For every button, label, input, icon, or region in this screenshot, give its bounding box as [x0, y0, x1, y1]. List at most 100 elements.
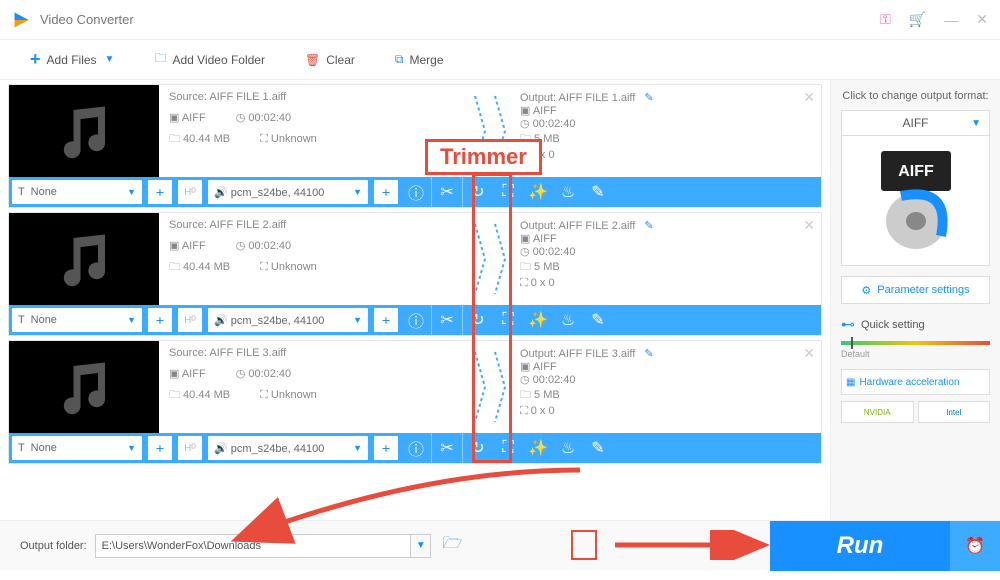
settings-icon: ⚙ [861, 284, 871, 297]
trash-icon: 🗑 [305, 53, 320, 67]
file-list: Source: AIFF FILE 1.aiff ▣ AIFF ◷ 00:02:… [0, 80, 830, 520]
rotate-button[interactable]: ↻ [463, 433, 493, 463]
intel-badge: Intel [918, 401, 991, 423]
crop-button[interactable]: ⛶ [493, 305, 523, 335]
add-subtitle-button[interactable]: + [148, 180, 172, 204]
add-audio-button[interactable]: + [374, 308, 398, 332]
edit-icon[interactable]: ✎ [644, 348, 653, 360]
edit-subtitle-button[interactable]: ✎ [583, 433, 613, 463]
file-controls: T None▼ + Hᴰ 🔊 pcm_s24be, 44100▼ + ⓘ ✂ ↻… [9, 433, 821, 463]
file-controls: T None▼ + Hᴰ 🔊 pcm_s24be, 44100▼ + ⓘ ✂ ↻… [9, 177, 821, 207]
edit-icon[interactable]: ✎ [644, 92, 653, 104]
out-format-meta: ▣ AIFF [520, 104, 811, 117]
trim-button[interactable]: ✂ [432, 305, 462, 335]
output-path-input[interactable] [95, 534, 412, 558]
open-folder-button[interactable]: 🗁 [437, 534, 467, 558]
out-res-meta: ⛶ 0 x 0 [520, 149, 811, 162]
path-dropdown-button[interactable]: ▼ [411, 534, 431, 558]
format-meta: ▣ AIFF [169, 239, 206, 252]
file-thumbnail[interactable] [9, 213, 159, 305]
subtitle-selector[interactable]: T None▼ [12, 180, 142, 204]
watermark-button[interactable]: ♨ [553, 433, 583, 463]
app-title: Video Converter [40, 12, 880, 27]
size-meta: 🗀 40.44 MB [169, 258, 230, 277]
divider-arrow-icon [470, 341, 490, 433]
out-duration-meta: ◷ 00:02:40 [520, 245, 811, 258]
effects-button[interactable]: ✨ [523, 177, 553, 207]
quality-slider[interactable] [841, 341, 990, 345]
cart-icon[interactable]: 🛒 [909, 11, 926, 28]
file-thumbnail[interactable] [9, 85, 159, 177]
merge-icon: ⧉ [395, 52, 404, 67]
hd-button[interactable]: Hᴰ [178, 436, 202, 460]
add-files-button[interactable]: + Add Files ▼ [30, 49, 114, 70]
hd-button[interactable]: Hᴰ [178, 308, 202, 332]
sidebar: Click to change output format: AIFF ▼ AI… [830, 80, 1000, 520]
alarm-button[interactable]: ⏰ [950, 521, 1000, 571]
out-size-meta: 🗀 5 MB [520, 386, 811, 405]
hd-button[interactable]: Hᴰ [178, 180, 202, 204]
remove-file-button[interactable]: ✕ [803, 345, 815, 362]
effects-button[interactable]: ✨ [523, 433, 553, 463]
resolution-meta: ⛶ Unknown [260, 386, 317, 405]
minimize-button[interactable]: — [944, 12, 958, 28]
watermark-button[interactable]: ♨ [553, 305, 583, 335]
out-size-meta: 🗀 5 MB [520, 258, 811, 277]
aiff-file-icon: AIFF [871, 146, 961, 256]
edit-icon[interactable]: ✎ [644, 220, 653, 232]
audio-selector[interactable]: 🔊 pcm_s24be, 44100▼ [208, 308, 368, 332]
add-folder-button[interactable]: 🗀 Add Video Folder [154, 49, 265, 70]
file-thumbnail[interactable] [9, 341, 159, 433]
subtitle-selector[interactable]: T None▼ [12, 436, 142, 460]
add-audio-button[interactable]: + [374, 180, 398, 204]
folder-open-icon: 🗁 [442, 532, 462, 559]
parameter-settings-button[interactable]: ⚙ Parameter settings [841, 276, 990, 304]
default-label: Default [841, 349, 990, 359]
output-label: Output: AIFF FILE 3.aiff ✎ [520, 347, 811, 360]
format-preview[interactable]: AIFF [841, 136, 990, 266]
key-icon[interactable]: ⚿ [880, 11, 891, 28]
edit-subtitle-button[interactable]: ✎ [583, 305, 613, 335]
output-folder-label: Output folder: [20, 540, 87, 552]
info-button[interactable]: ⓘ [401, 433, 431, 463]
format-meta: ▣ AIFF [169, 367, 206, 380]
trim-button[interactable]: ✂ [432, 177, 462, 207]
info-button[interactable]: ⓘ [401, 305, 431, 335]
close-button[interactable]: ✕ [976, 11, 988, 28]
audio-selector[interactable]: 🔊 pcm_s24be, 44100▼ [208, 180, 368, 204]
rotate-button[interactable]: ↻ [463, 305, 493, 335]
quick-setting-label: ⊷ Quick setting [841, 316, 990, 333]
format-selector[interactable]: AIFF ▼ [841, 110, 990, 136]
watermark-button[interactable]: ♨ [553, 177, 583, 207]
file-item: Source: AIFF FILE 1.aiff ▣ AIFF ◷ 00:02:… [8, 84, 822, 208]
remove-file-button[interactable]: ✕ [803, 217, 815, 234]
subtitle-selector[interactable]: T None▼ [12, 308, 142, 332]
size-meta: 🗀 40.44 MB [169, 130, 230, 149]
toolbar: + Add Files ▼ 🗀 Add Video Folder 🗑 Clear… [0, 40, 1000, 80]
trim-button[interactable]: ✂ [432, 433, 462, 463]
output-label: Output: AIFF FILE 1.aiff ✎ [520, 91, 811, 104]
out-duration-meta: ◷ 00:02:40 [520, 117, 811, 130]
add-subtitle-button[interactable]: + [148, 436, 172, 460]
crop-button[interactable]: ⛶ [493, 177, 523, 207]
out-format-meta: ▣ AIFF [520, 360, 811, 373]
run-button[interactable]: Run [770, 521, 950, 571]
audio-selector[interactable]: 🔊 pcm_s24be, 44100▼ [208, 436, 368, 460]
info-button[interactable]: ⓘ [401, 177, 431, 207]
nvidia-badge: NVIDIA [841, 401, 914, 423]
crop-button[interactable]: ⛶ [493, 433, 523, 463]
clear-button[interactable]: 🗑 Clear [305, 53, 355, 67]
dot-icon: ⊷ [841, 316, 855, 333]
merge-button[interactable]: ⧉ Merge [395, 52, 444, 67]
rotate-button[interactable]: ↻ [463, 177, 493, 207]
hardware-accel-button[interactable]: ▦ Hardware acceleration [841, 369, 990, 395]
remove-file-button[interactable]: ✕ [803, 89, 815, 106]
add-subtitle-button[interactable]: + [148, 308, 172, 332]
duration-meta: ◷ 00:02:40 [236, 239, 291, 252]
add-audio-button[interactable]: + [374, 436, 398, 460]
file-controls: T None▼ + Hᴰ 🔊 pcm_s24be, 44100▼ + ⓘ ✂ ↻… [9, 305, 821, 335]
edit-subtitle-button[interactable]: ✎ [583, 177, 613, 207]
divider-arrow-icon [490, 85, 510, 177]
source-label: Source: AIFF FILE 2.aiff [169, 219, 460, 231]
effects-button[interactable]: ✨ [523, 305, 553, 335]
